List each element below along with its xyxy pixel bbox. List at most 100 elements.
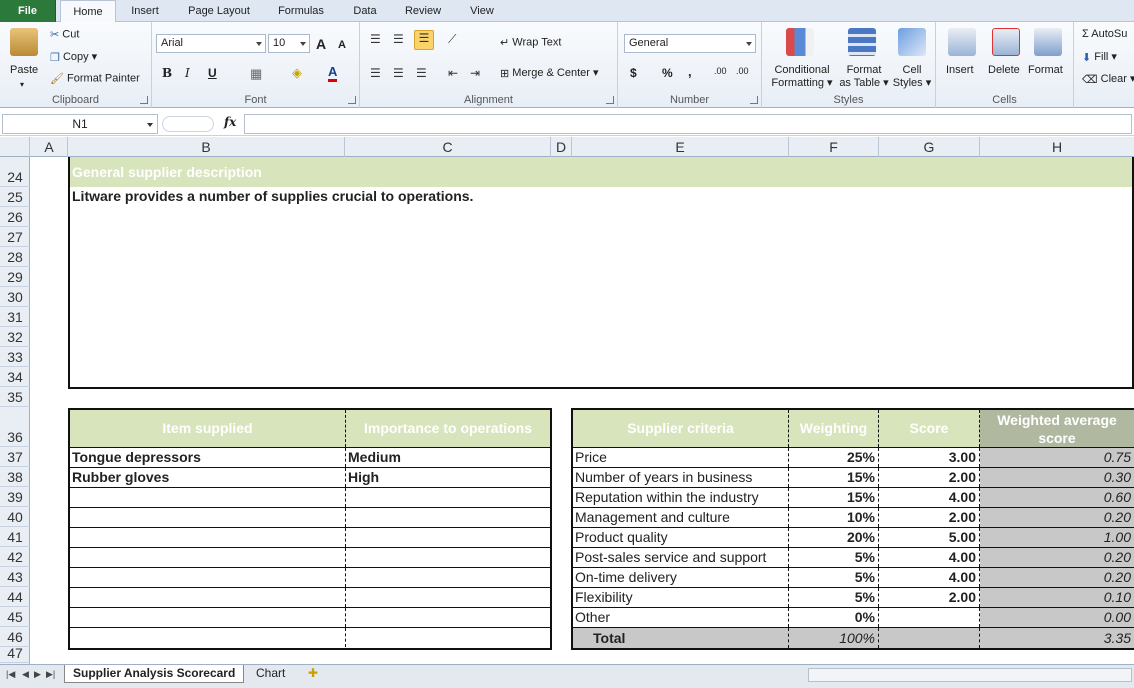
- row-header[interactable]: 45: [0, 607, 30, 627]
- importance-cell[interactable]: [346, 568, 550, 587]
- row-header[interactable]: 26: [0, 207, 30, 227]
- fill-color-icon[interactable]: ◈: [292, 65, 302, 81]
- tab-review[interactable]: Review: [396, 0, 450, 22]
- formula-input[interactable]: [244, 114, 1132, 134]
- align-bottom-icon[interactable]: ☰: [414, 30, 434, 50]
- cut-button[interactable]: ✂ Cut: [50, 28, 79, 41]
- weighted-score-cell[interactable]: 0.20: [980, 548, 1134, 567]
- row-header[interactable]: 34: [0, 367, 30, 387]
- weighting-cell[interactable]: 10%: [789, 508, 879, 527]
- score-cell[interactable]: 4.00: [879, 548, 980, 567]
- row-header[interactable]: 36: [0, 407, 30, 447]
- sheet-tab-supplier-analysis[interactable]: Supplier Analysis Scorecard: [64, 665, 245, 683]
- column-header-a[interactable]: A: [31, 137, 68, 157]
- increase-decimal-button[interactable]: .00: [714, 66, 727, 76]
- importance-cell[interactable]: Medium: [346, 448, 550, 467]
- wrap-text-button[interactable]: ↵ Wrap Text: [500, 36, 561, 49]
- weighting-cell[interactable]: 20%: [789, 528, 879, 547]
- prev-sheet-icon[interactable]: ◀: [22, 669, 29, 680]
- weighting-cell[interactable]: 5%: [789, 548, 879, 567]
- row-header[interactable]: 32: [0, 327, 30, 347]
- item-supplied-cell[interactable]: [70, 488, 346, 507]
- tab-home[interactable]: Home: [60, 0, 116, 23]
- criteria-name-cell[interactable]: Post-sales service and support: [573, 548, 789, 567]
- importance-cell[interactable]: [346, 588, 550, 607]
- row-header[interactable]: 27: [0, 227, 30, 247]
- borders-icon[interactable]: ▦: [250, 66, 262, 82]
- align-center-icon[interactable]: ☰: [393, 66, 404, 80]
- insert-button[interactable]: Insert: [946, 64, 974, 76]
- weighted-score-cell[interactable]: 0.30: [980, 468, 1134, 487]
- format-painter-button[interactable]: 🖌 Format Painter: [50, 72, 140, 85]
- column-header-h[interactable]: H: [980, 137, 1134, 157]
- item-supplied-cell[interactable]: [70, 588, 346, 607]
- conditional-formatting-button[interactable]: Conditional Formatting ▾: [770, 64, 834, 90]
- row-header[interactable]: 33: [0, 347, 30, 367]
- tab-data[interactable]: Data: [342, 0, 388, 22]
- align-left-icon[interactable]: ☰: [370, 66, 381, 80]
- weighting-cell[interactable]: 15%: [789, 468, 879, 487]
- criteria-header-cell[interactable]: Weighting: [789, 410, 879, 447]
- item-supplied-cell[interactable]: [70, 528, 346, 547]
- description-text[interactable]: Litware provides a number of supplies cr…: [72, 188, 473, 204]
- column-header-e[interactable]: E: [572, 137, 789, 157]
- item-supplied-cell[interactable]: [70, 568, 346, 587]
- tab-view[interactable]: View: [460, 0, 504, 22]
- format-as-table-button[interactable]: Format as Table ▾: [838, 64, 890, 90]
- delete-button[interactable]: Delete: [988, 64, 1020, 76]
- criteria-name-cell[interactable]: Price: [573, 448, 789, 467]
- importance-cell[interactable]: [346, 488, 550, 507]
- grow-font-button[interactable]: A: [316, 36, 326, 52]
- clear-button[interactable]: ⌫ Clear ▾: [1082, 72, 1134, 86]
- importance-cell[interactable]: [346, 528, 550, 547]
- row-header[interactable]: 38: [0, 467, 30, 487]
- item-supplied-cell[interactable]: [70, 548, 346, 567]
- font-color-button[interactable]: A: [328, 64, 338, 82]
- copy-button[interactable]: ❐ Copy ▾: [50, 50, 97, 64]
- importance-cell[interactable]: [346, 608, 550, 627]
- criteria-name-cell[interactable]: On-time delivery: [573, 568, 789, 587]
- score-cell[interactable]: 4.00: [879, 488, 980, 507]
- select-all-corner[interactable]: [0, 137, 30, 157]
- row-header[interactable]: 46: [0, 627, 30, 647]
- weighting-cell[interactable]: 25%: [789, 448, 879, 467]
- column-header-g[interactable]: G: [879, 137, 980, 157]
- column-header-b[interactable]: B: [68, 137, 345, 157]
- shrink-font-button[interactable]: A: [338, 39, 346, 51]
- score-cell[interactable]: 2.00: [879, 588, 980, 607]
- importance-cell[interactable]: [346, 628, 550, 647]
- column-header-d[interactable]: D: [551, 137, 572, 157]
- align-right-icon[interactable]: ☰: [416, 66, 427, 80]
- tab-file[interactable]: File: [0, 0, 56, 22]
- total-weighting-cell[interactable]: 100%: [789, 628, 879, 648]
- items-header-cell[interactable]: Importance to operations: [346, 410, 550, 447]
- cell-styles-button[interactable]: Cell Styles ▾: [892, 64, 932, 90]
- row-header[interactable]: 39: [0, 487, 30, 507]
- percent-button[interactable]: %: [662, 66, 673, 80]
- orientation-icon[interactable]: ⟋: [448, 32, 456, 47]
- row-header[interactable]: 44: [0, 587, 30, 607]
- tab-insert[interactable]: Insert: [122, 0, 168, 22]
- tab-page-layout[interactable]: Page Layout: [178, 0, 260, 22]
- row-header[interactable]: 43: [0, 567, 30, 587]
- paste-button[interactable]: Paste: [10, 64, 38, 76]
- score-cell[interactable]: 5.00: [879, 528, 980, 547]
- score-cell[interactable]: 2.00: [879, 508, 980, 527]
- font-launcher-icon[interactable]: [348, 96, 356, 104]
- first-sheet-icon[interactable]: |◀: [6, 669, 15, 680]
- score-cell[interactable]: 3.00: [879, 448, 980, 467]
- row-header[interactable]: 25: [0, 187, 30, 207]
- weighted-score-cell[interactable]: 0.20: [980, 568, 1134, 587]
- weighting-cell[interactable]: 5%: [789, 588, 879, 607]
- items-header-cell[interactable]: Item supplied: [70, 410, 346, 447]
- row-header[interactable]: 28: [0, 247, 30, 267]
- row-header[interactable]: 42: [0, 547, 30, 567]
- weighted-score-cell[interactable]: 0.10: [980, 588, 1134, 607]
- decrease-decimal-button[interactable]: .00: [736, 66, 749, 76]
- weighted-score-cell[interactable]: 0.60: [980, 488, 1134, 507]
- currency-button[interactable]: $: [630, 66, 637, 80]
- horizontal-scrollbar[interactable]: [808, 668, 1132, 682]
- autosum-button[interactable]: Σ AutoSu: [1082, 28, 1127, 40]
- total-label-cell[interactable]: Total: [573, 628, 789, 648]
- clipboard-launcher-icon[interactable]: [140, 96, 148, 104]
